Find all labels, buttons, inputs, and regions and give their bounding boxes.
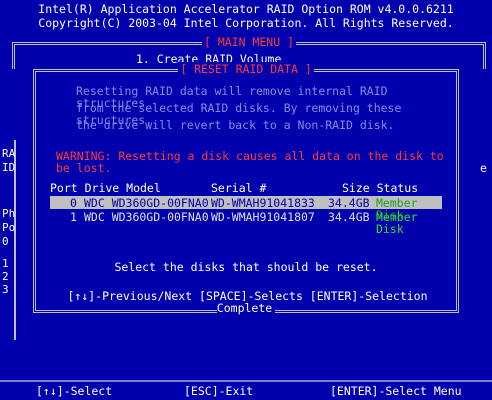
disk-row-selected[interactable]: 0 WDC WD360GD-00FNA0 WD-WMAH91041833 34.… (50, 196, 442, 220)
disk-size: 34.4GB (328, 210, 370, 224)
copyright-line: Copyright(C) 2003-04 Intel Corporation. … (38, 16, 454, 30)
bg-fragment: Po (2, 221, 16, 234)
description-line: the drive will revert back to a Non-RAID… (76, 118, 395, 132)
dialog-title: [ RESET RAID DATA ] (178, 62, 314, 76)
rom-title: Intel(R) Application Accelerator RAID Op… (38, 2, 454, 16)
disk-model: WDC WD360GD-00FNA0 (84, 210, 209, 224)
col-port-drive-model: Port Drive Model (50, 181, 161, 195)
col-serial: Serial # (211, 181, 267, 195)
footer-exit-hint: [ESC]-Exit (184, 384, 254, 398)
bg-fragment: ID (2, 161, 16, 174)
bg-fragment: Ph (2, 207, 16, 220)
bg-fragment: 0 (2, 235, 9, 248)
disk-serial: WD-WMAH91041807 (211, 210, 315, 224)
disk-row[interactable]: 1 WDC WD360GD-00FNA0 WD-WMAH91041807 34.… (50, 210, 442, 234)
rom-header: Intel(R) Application Accelerator RAID Op… (0, 0, 492, 34)
warning-text: Resetting a disk causes all data on the … (56, 149, 444, 175)
disk-port: 0 (70, 196, 77, 210)
footer-select-hint: [↑↓]-Select (36, 384, 113, 398)
col-size-status: Size Status (342, 181, 419, 195)
bg-fragment: 2 (2, 270, 9, 283)
disk-model: WDC WD360GD-00FNA0 (84, 196, 209, 210)
warning-message: WARNING: Resetting a disk causes all dat… (56, 149, 456, 175)
bg-fragment-right: e (480, 161, 487, 175)
bios-screen: Intel(R) Application Accelerator RAID Op… (0, 0, 492, 400)
reset-raid-dialog: [ RESET RAID DATA ] Resetting RAID data … (33, 62, 459, 315)
disk-size: 34.4GB (328, 196, 370, 210)
main-menu-title: [ MAIN MENU ] (201, 35, 296, 49)
background-panel-edge: RA ID Ph Po 0 1 2 3 (0, 140, 16, 340)
disk-port: 1 (70, 210, 77, 224)
disk-status: Member Disk (376, 210, 418, 236)
dialog-key-help-text: [↑↓]-Previous/Next [SPACE]-Selects [ENTE… (64, 289, 428, 315)
footer-enter-hint: [ENTER]-Select Menu (330, 384, 462, 398)
disk-serial: WD-WMAH91041833 (211, 196, 315, 210)
bg-fragment: RA (2, 147, 16, 160)
select-disks-prompt: Select the disks that should be reset. (114, 260, 378, 274)
bg-fragment: 1 (2, 257, 9, 270)
footer-bar: [↑↓]-Select [ESC]-Exit [ENTER]-Select Me… (0, 380, 492, 400)
bg-fragment: 3 (2, 283, 9, 296)
dialog-key-help: [↑↓]-Previous/Next [SPACE]-Selects [ENTE… (52, 289, 440, 315)
